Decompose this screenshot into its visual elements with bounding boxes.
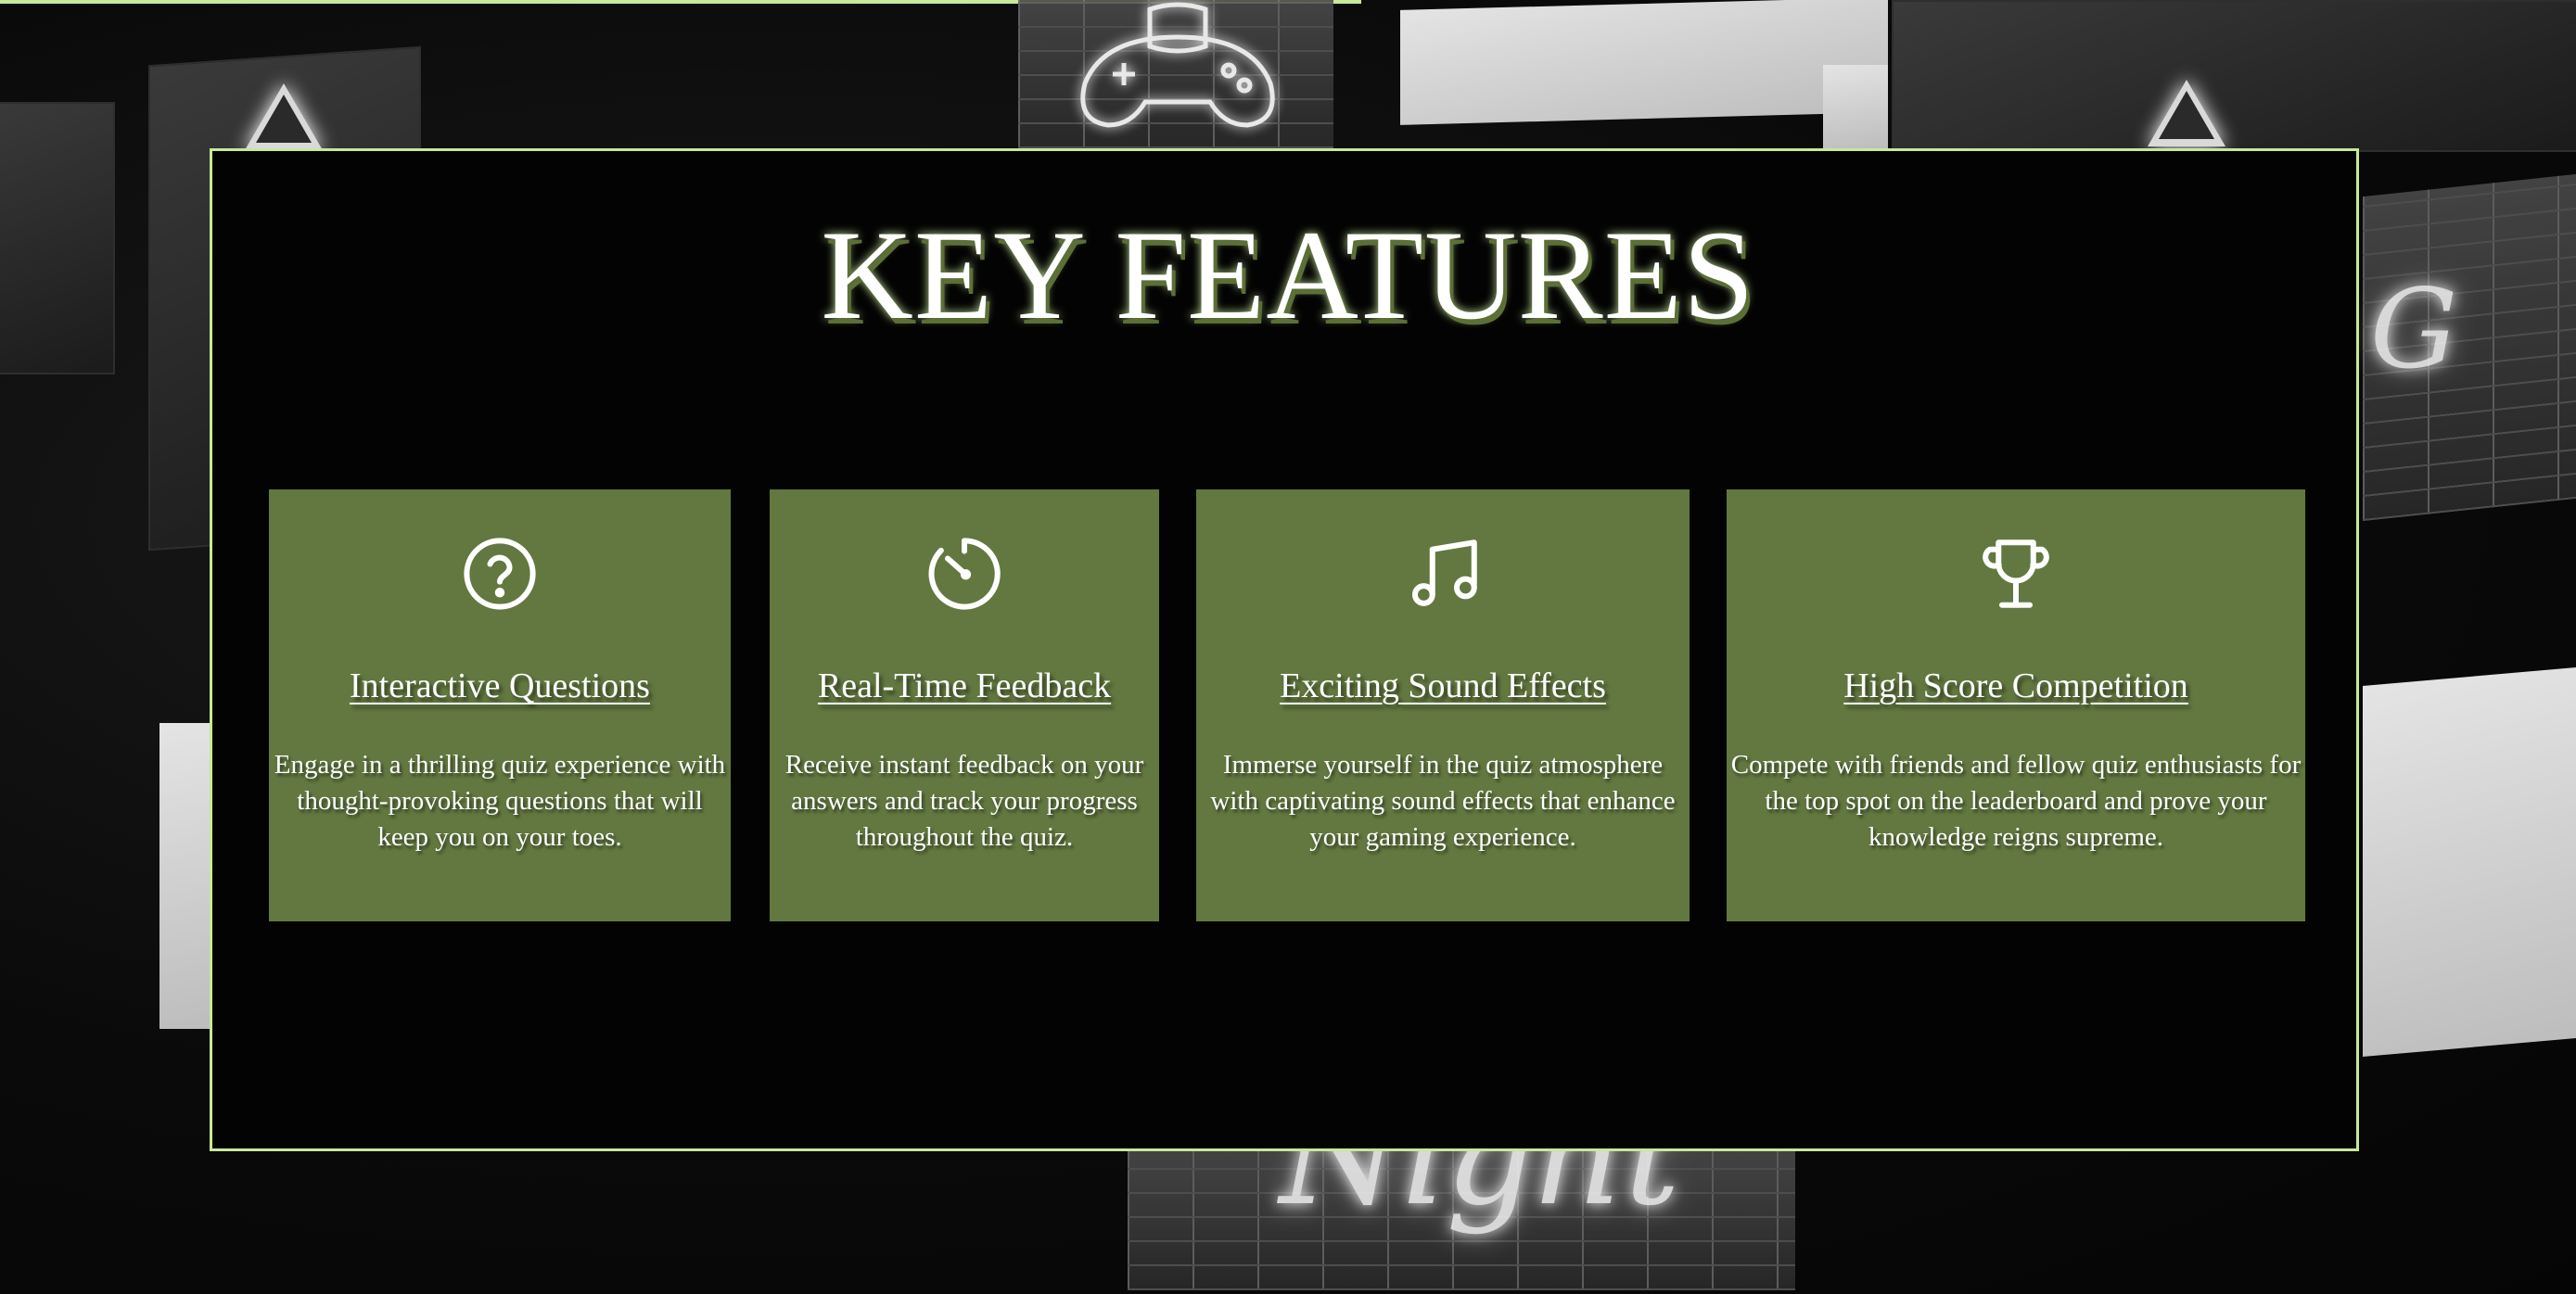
feature-card-interactive-questions: Interactive Questions Engage in a thrill… — [269, 489, 731, 921]
bg-panel — [1892, 0, 2576, 152]
trophy-icon — [1727, 532, 2305, 615]
feature-description: Immerse yourself in the quiz atmosphere … — [1210, 750, 1676, 852]
bg-panel-light — [2363, 666, 2576, 1058]
feature-card-high-score-competition: High Score Competition Compete with frie… — [1727, 489, 2305, 921]
neon-triangle-icon — [2148, 80, 2225, 146]
feature-description: Engage in a thrilling quiz experience wi… — [274, 750, 726, 852]
bg-panel-light — [1400, 0, 1888, 125]
gamepad-neon-icon — [1080, 2, 1275, 128]
feature-card-real-time-feedback: Real-Time Feedback Receive instant feedb… — [770, 489, 1159, 921]
feature-title: High Score Competition — [1843, 666, 2188, 705]
bg-panel-light — [1823, 65, 1888, 148]
music-note-icon — [1196, 532, 1690, 615]
feature-title: Real-Time Feedback — [817, 666, 1112, 705]
stopwatch-icon — [770, 532, 1159, 615]
feature-title: Exciting Sound Effects — [1280, 666, 1606, 705]
bg-panel-light — [159, 723, 213, 1029]
section-title: KEY FEATURES — [821, 204, 1755, 346]
feature-card-exciting-sound-effects: Exciting Sound Effects Immerse yourself … — [1196, 489, 1690, 921]
feature-title: Interactive Questions — [350, 666, 650, 705]
feature-description: Compete with friends and fellow quiz ent… — [1730, 750, 2302, 852]
feature-description: Receive instant feedback on your answers… — [784, 750, 1144, 852]
question-circle-icon — [269, 532, 731, 615]
neon-triangle-icon — [245, 83, 323, 150]
